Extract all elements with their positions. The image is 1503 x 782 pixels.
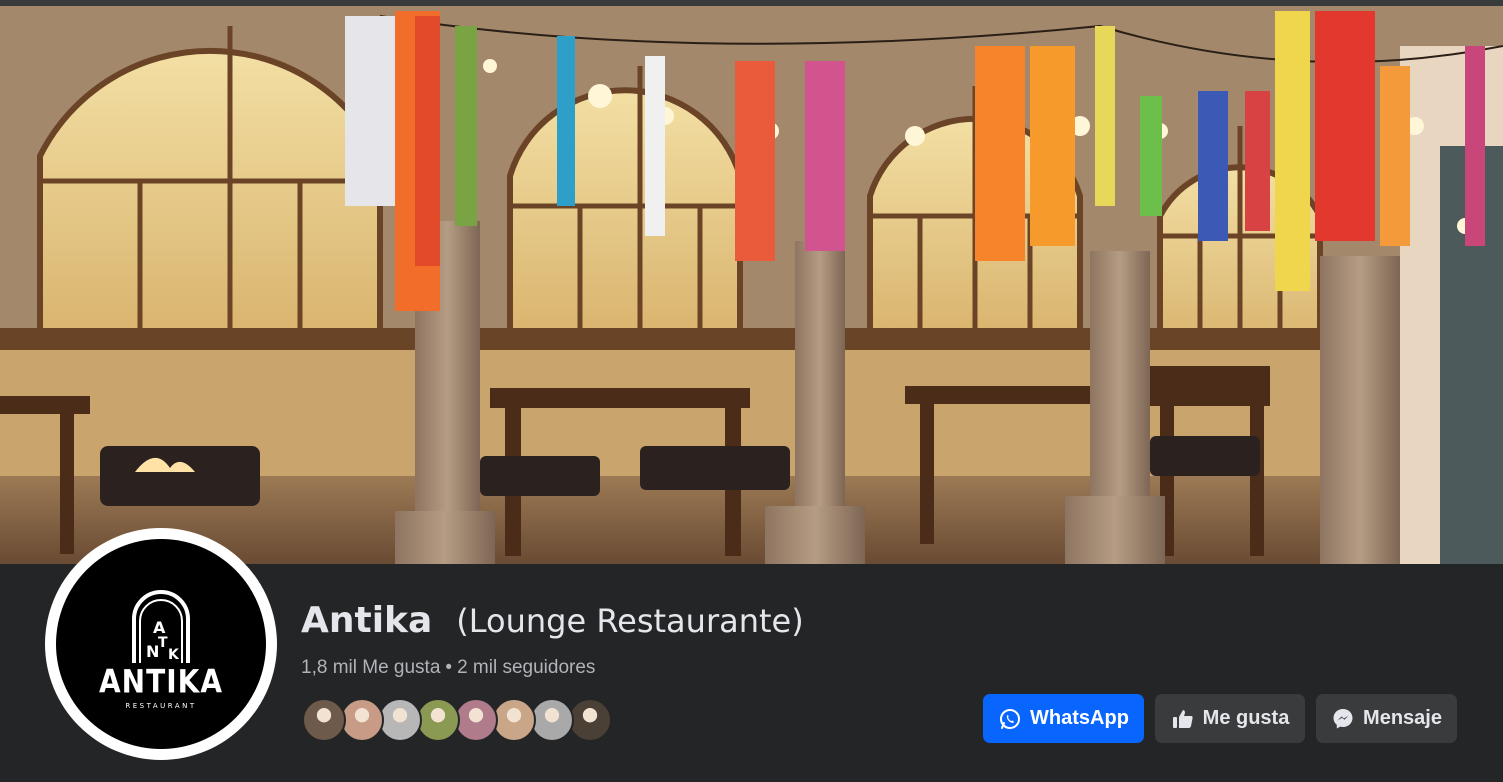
svg-text:T: T	[158, 635, 168, 651]
message-label: Mensaje	[1363, 707, 1442, 729]
page-name: Antika	[301, 600, 433, 641]
cover-illustration	[0, 6, 1503, 564]
profile-picture[interactable]: A N T K ANTIKA RESTAURANT	[45, 528, 277, 760]
svg-text:K: K	[168, 647, 180, 663]
follower-avatar[interactable]	[568, 698, 612, 742]
logo-name: ANTIKA	[99, 662, 223, 700]
whatsapp-label: WhatsApp	[1030, 707, 1129, 729]
followers-preview[interactable]	[302, 698, 622, 742]
follower-avatar[interactable]	[302, 698, 346, 742]
whatsapp-icon	[1000, 708, 1021, 729]
follower-avatar[interactable]	[378, 698, 422, 742]
messenger-icon	[1333, 708, 1353, 728]
message-button[interactable]: Mensaje	[1316, 694, 1457, 743]
thumbs-up-icon	[1172, 709, 1193, 728]
page-stats: 1,8 mil Me gusta • 2 mil seguidores	[301, 657, 595, 679]
logo-subtitle: RESTAURANT	[125, 701, 197, 710]
cover-photo[interactable]	[0, 6, 1503, 564]
follower-avatar[interactable]	[530, 698, 574, 742]
followers-count[interactable]: 2 mil seguidores	[457, 657, 595, 678]
like-button[interactable]: Me gusta	[1155, 694, 1305, 743]
page-title: Antika (Lounge Restaurante)	[301, 600, 804, 641]
stats-separator: •	[445, 657, 453, 678]
arch-logo-icon: A N T K	[132, 589, 190, 663]
follower-avatar[interactable]	[340, 698, 384, 742]
follower-avatar[interactable]	[492, 698, 536, 742]
whatsapp-button[interactable]: WhatsApp	[983, 694, 1144, 743]
follower-avatar[interactable]	[454, 698, 498, 742]
like-label: Me gusta	[1202, 707, 1290, 729]
likes-count[interactable]: 1,8 mil Me gusta	[301, 657, 440, 678]
page-category: (Lounge Restaurante)	[456, 602, 804, 640]
antika-logo: A N T K ANTIKA RESTAURANT	[56, 539, 266, 749]
follower-avatar[interactable]	[416, 698, 460, 742]
